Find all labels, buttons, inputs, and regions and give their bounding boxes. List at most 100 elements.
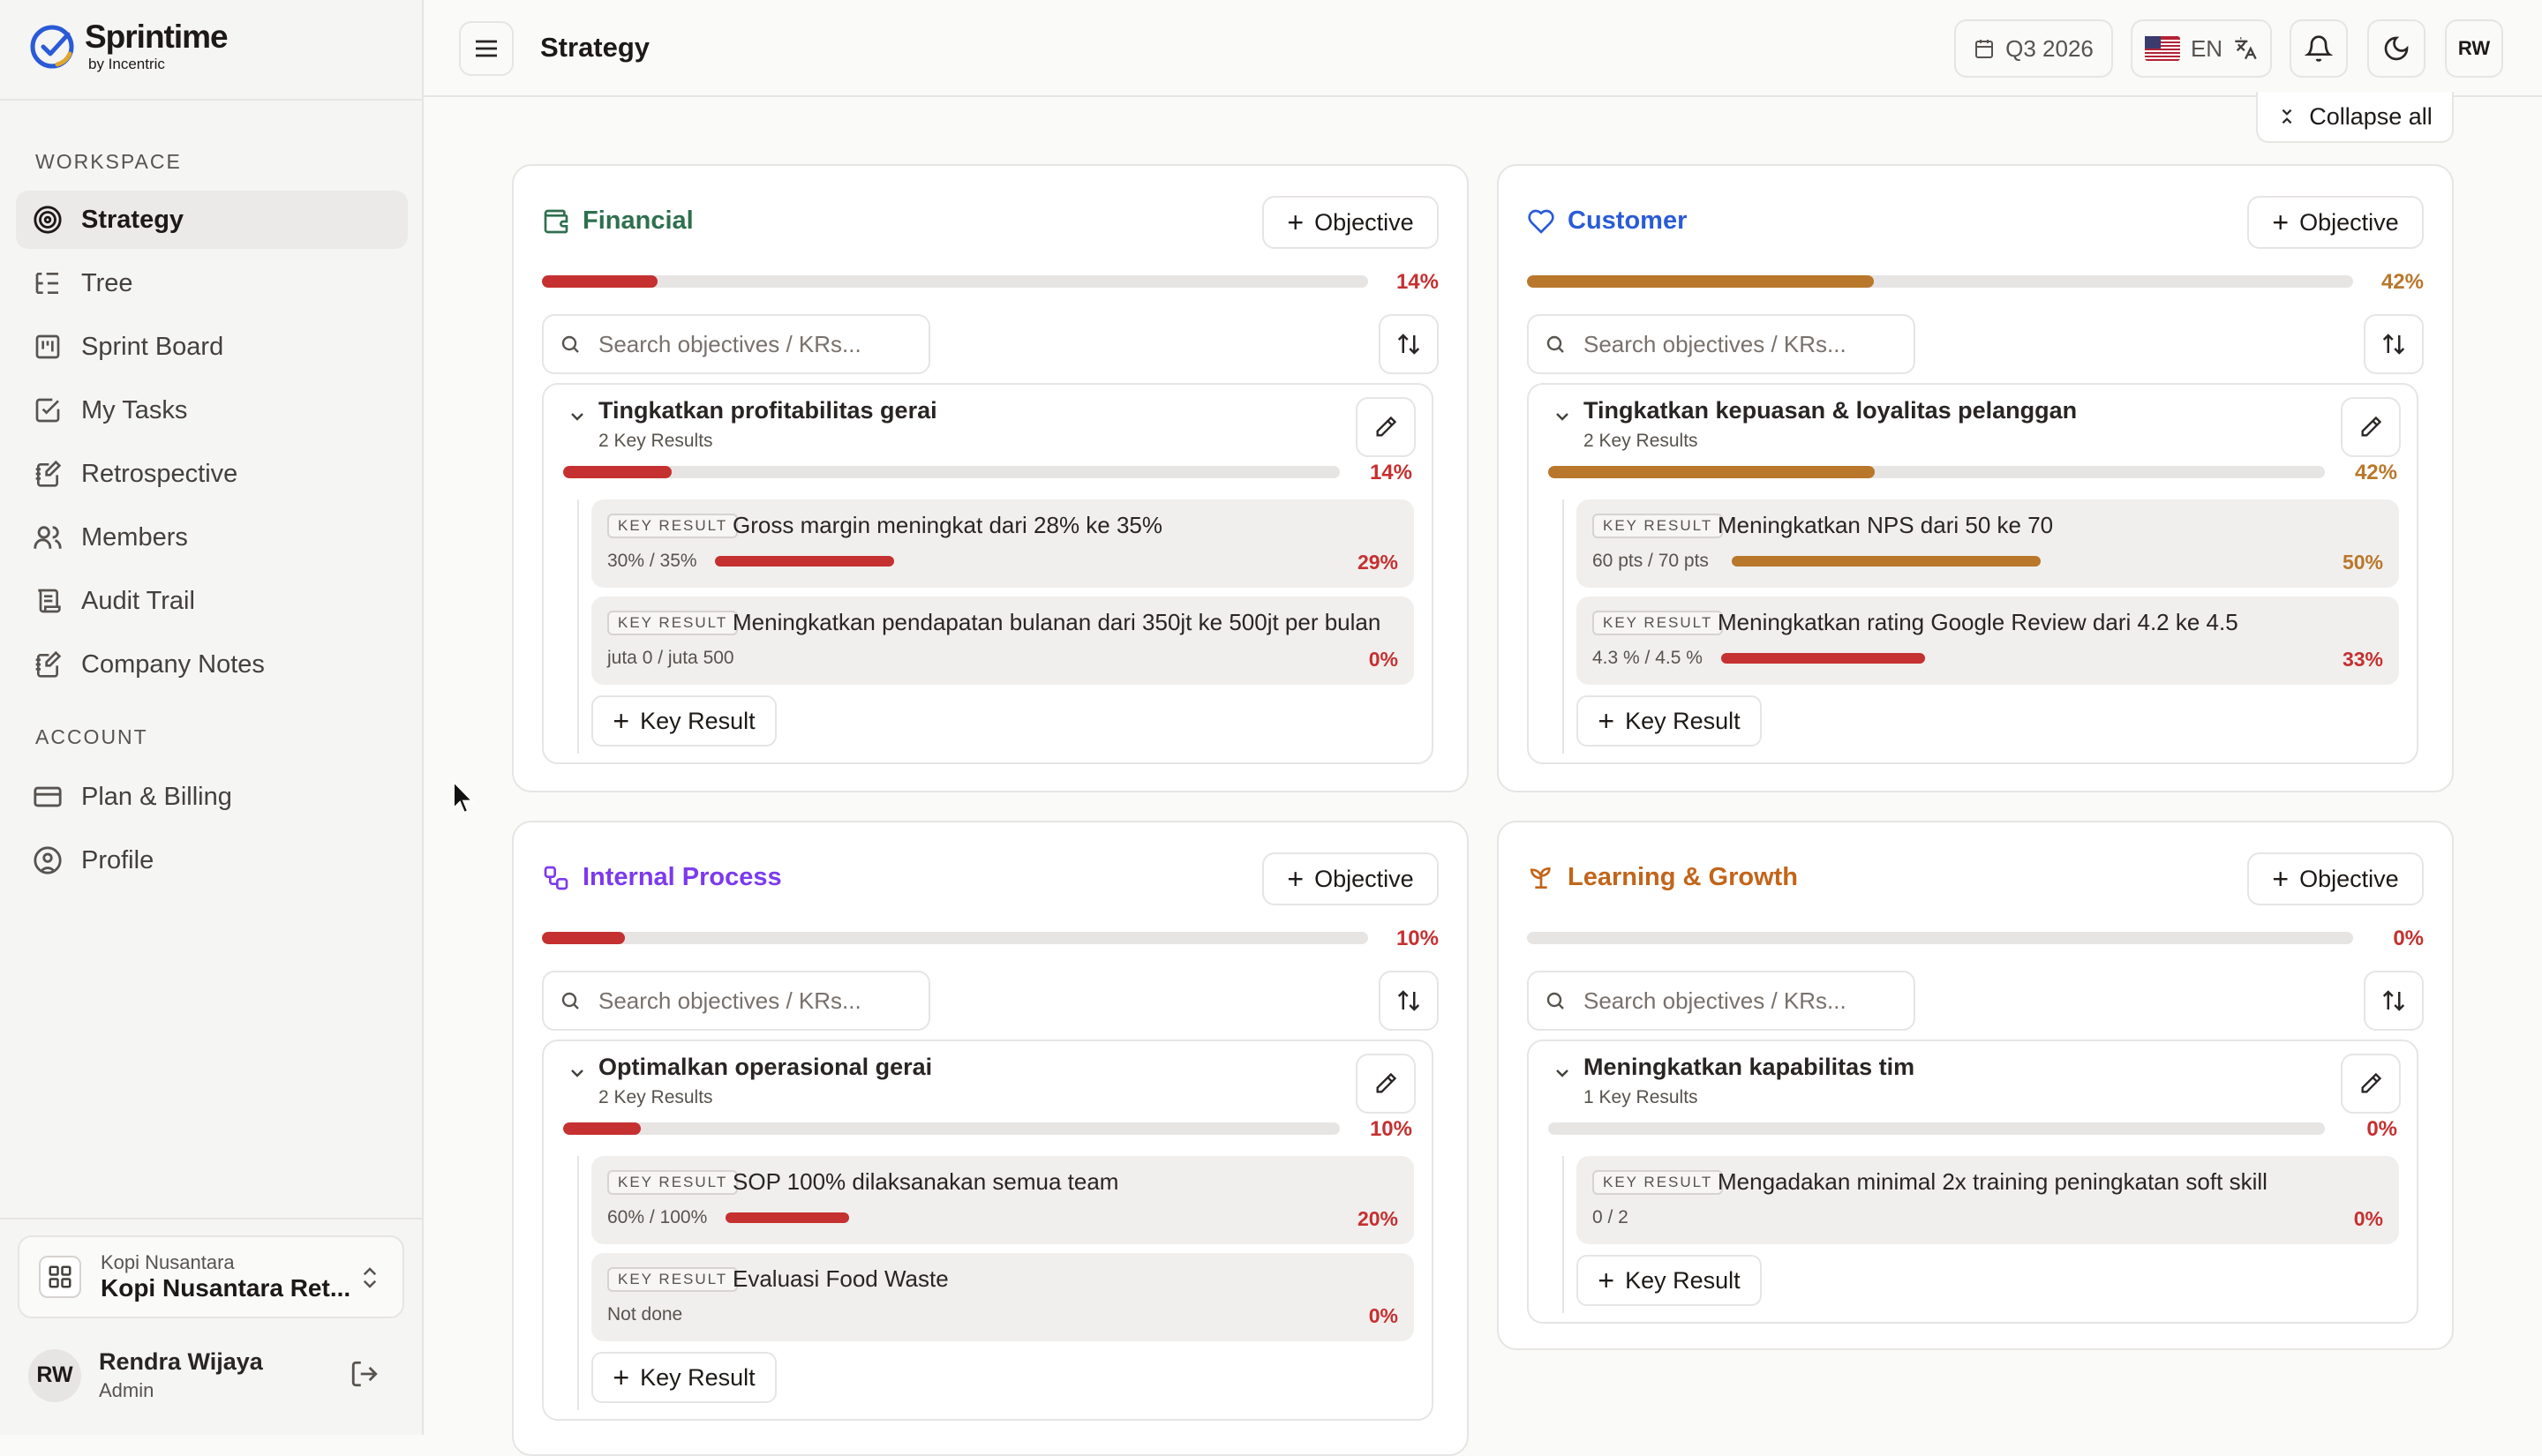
perspective-card-learning-growth: Learning & Growth + Objective 0% Search o… xyxy=(1497,821,2454,1350)
search-input[interactable]: Search objectives / KRs... xyxy=(1527,314,1915,374)
add-key-result-button[interactable]: + Key Result xyxy=(1576,695,1762,747)
sidebar-item-members[interactable]: Members xyxy=(16,508,408,567)
add-key-result-button[interactable]: + Key Result xyxy=(591,1352,777,1403)
kr-progress-pct: 0% xyxy=(1368,1304,1398,1327)
page-title: Strategy xyxy=(540,32,651,63)
edit-objective-button[interactable] xyxy=(2341,1054,2401,1114)
card-header: Internal Process xyxy=(542,863,782,892)
org-switcher[interactable]: Kopi Nusantara Kopi Nusantara Ret... xyxy=(18,1235,404,1318)
app-name: Sprintime xyxy=(85,19,229,55)
kr-value: 60% / 100% xyxy=(607,1207,708,1227)
key-result-item[interactable]: KEY RESULT Meningkatkan pendapatan bulan… xyxy=(591,597,1414,685)
sidebar: Sprintime by Incentric WORKSPACE Strateg… xyxy=(0,0,424,1435)
objective-kr-count: 2 Key Results xyxy=(598,431,713,451)
sort-button[interactable] xyxy=(1379,314,1439,374)
kr-progress-pct: 20% xyxy=(1357,1207,1398,1230)
key-result-item[interactable]: KEY RESULT Gross margin meningkat dari 2… xyxy=(591,499,1414,588)
kr-tag: KEY RESULT xyxy=(607,611,739,635)
sidebar-item-plan-billing[interactable]: Plan & Billing xyxy=(16,768,408,826)
sort-button[interactable] xyxy=(1379,971,1439,1031)
kr-title: SOP 100% dilaksanakan semua team xyxy=(733,1168,1119,1195)
menu-button[interactable] xyxy=(459,21,514,76)
objective-progress-pct: 42% xyxy=(2354,461,2397,484)
org-parent: Kopi Nusantara xyxy=(101,1251,235,1273)
user-avatar-button[interactable]: RW xyxy=(2445,19,2503,78)
objective-title[interactable]: Meningkatkan kapabilitas tim xyxy=(1583,1054,1914,1081)
sidebar-item-strategy[interactable]: Strategy xyxy=(16,191,408,249)
add-objective-button[interactable]: + Objective xyxy=(1262,196,1439,249)
progress-fill xyxy=(1548,466,1875,478)
sort-button[interactable] xyxy=(2364,314,2424,374)
chevron-down-icon[interactable] xyxy=(567,1062,588,1084)
chevron-down-icon[interactable] xyxy=(567,406,588,427)
chevron-down-icon[interactable] xyxy=(1552,406,1573,427)
sort-button[interactable] xyxy=(2364,971,2424,1031)
user-circle-icon xyxy=(32,844,64,876)
objective-title[interactable]: Optimalkan operasional gerai xyxy=(598,1054,932,1081)
kr-rail xyxy=(577,1156,579,1410)
plus-icon: + xyxy=(613,1361,630,1393)
sort-icon xyxy=(1395,331,1422,357)
key-result-item[interactable]: KEY RESULT Meningkatkan rating Google Re… xyxy=(1576,597,2399,685)
search-input[interactable]: Search objectives / KRs... xyxy=(1527,971,1915,1031)
sidebar-item-my-tasks[interactable]: My Tasks xyxy=(16,381,408,439)
plus-icon: + xyxy=(1598,1264,1615,1296)
sidebar-item-tree[interactable]: Tree xyxy=(16,254,408,312)
chevron-down-icon[interactable] xyxy=(1552,1062,1573,1084)
theme-toggle-button[interactable] xyxy=(2367,19,2425,78)
logout-icon[interactable] xyxy=(350,1359,380,1389)
search-input[interactable]: Search objectives / KRs... xyxy=(542,971,930,1031)
plus-icon: + xyxy=(1287,862,1305,895)
search-input[interactable]: Search objectives / KRs... xyxy=(542,314,930,374)
search-placeholder: Search objectives / KRs... xyxy=(1583,987,1846,1014)
workspace-label: WORKSPACE xyxy=(35,150,182,173)
add-objective-button[interactable]: + Objective xyxy=(1262,852,1439,905)
add-key-result-button[interactable]: + Key Result xyxy=(1576,1255,1762,1306)
app-logo[interactable]: Sprintime by Incentric xyxy=(28,19,229,73)
objective-item: Optimalkan operasional gerai 2 Key Resul… xyxy=(542,1039,1433,1421)
objective-title[interactable]: Tingkatkan kepuasan & loyalitas pelangga… xyxy=(1583,397,2077,424)
sidebar-item-label: Company Notes xyxy=(81,649,265,679)
sidebar-item-company-notes[interactable]: Company Notes xyxy=(16,635,408,694)
objective-kr-count: 2 Key Results xyxy=(1583,431,1698,451)
kr-progress-bar xyxy=(726,1212,849,1223)
quarter-selector[interactable]: Q3 2026 xyxy=(1954,19,2113,78)
edit-objective-button[interactable] xyxy=(1356,1054,1416,1114)
plus-icon: + xyxy=(2272,862,2290,895)
add-objective-button[interactable]: + Objective xyxy=(2247,196,2424,249)
language-selector[interactable]: EN xyxy=(2131,19,2272,78)
card-title: Customer xyxy=(1568,206,1688,235)
edit-objective-button[interactable] xyxy=(1356,397,1416,457)
sidebar-item-retrospective[interactable]: Retrospective xyxy=(16,445,408,503)
sidebar-item-audit-trail[interactable]: Audit Trail xyxy=(16,572,408,630)
progress-fill xyxy=(1527,275,1875,288)
card-header: Customer xyxy=(1527,206,1687,236)
sidebar-item-profile[interactable]: Profile xyxy=(16,831,408,889)
org-name: Kopi Nusantara Ret... xyxy=(101,1274,351,1302)
collapse-all-button[interactable]: Collapse all xyxy=(2256,92,2454,143)
pencil-icon xyxy=(1373,1071,1398,1096)
kr-title: Meningkatkan NPS dari 50 ke 70 xyxy=(1718,512,2054,538)
kr-rail xyxy=(577,499,579,754)
kr-title: Mengadakan minimal 2x training peningkat… xyxy=(1718,1168,2267,1195)
sidebar-item-label: Profile xyxy=(81,845,154,874)
objective-title[interactable]: Tingkatkan profitabilitas gerai xyxy=(598,397,937,424)
sidebar-item-sprint-board[interactable]: Sprint Board xyxy=(16,318,408,376)
key-result-item[interactable]: KEY RESULT Evaluasi Food Waste Not done … xyxy=(591,1253,1414,1341)
search-placeholder: Search objectives / KRs... xyxy=(598,330,861,357)
user-profile[interactable]: RW Rendra Wijaya Admin xyxy=(28,1348,263,1402)
sort-icon xyxy=(2380,987,2407,1014)
objective-kr-count: 1 Key Results xyxy=(1583,1087,1698,1107)
notifications-button[interactable] xyxy=(2290,19,2348,78)
sort-icon xyxy=(2380,331,2407,357)
key-result-item[interactable]: KEY RESULT Meningkatkan NPS dari 50 ke 7… xyxy=(1576,499,2399,588)
add-objective-button[interactable]: + Objective xyxy=(2247,852,2424,905)
search-placeholder: Search objectives / KRs... xyxy=(598,987,861,1014)
edit-objective-button[interactable] xyxy=(2341,397,2401,457)
key-result-item[interactable]: KEY RESULT Mengadakan minimal 2x trainin… xyxy=(1576,1156,2399,1244)
perspective-progress-pct: 42% xyxy=(2380,270,2424,294)
add-key-result-button[interactable]: + Key Result xyxy=(591,695,777,747)
search-icon xyxy=(560,334,581,355)
key-result-item[interactable]: KEY RESULT SOP 100% dilaksanakan semua t… xyxy=(591,1156,1414,1244)
quarter-label: Q3 2026 xyxy=(2005,34,2094,62)
